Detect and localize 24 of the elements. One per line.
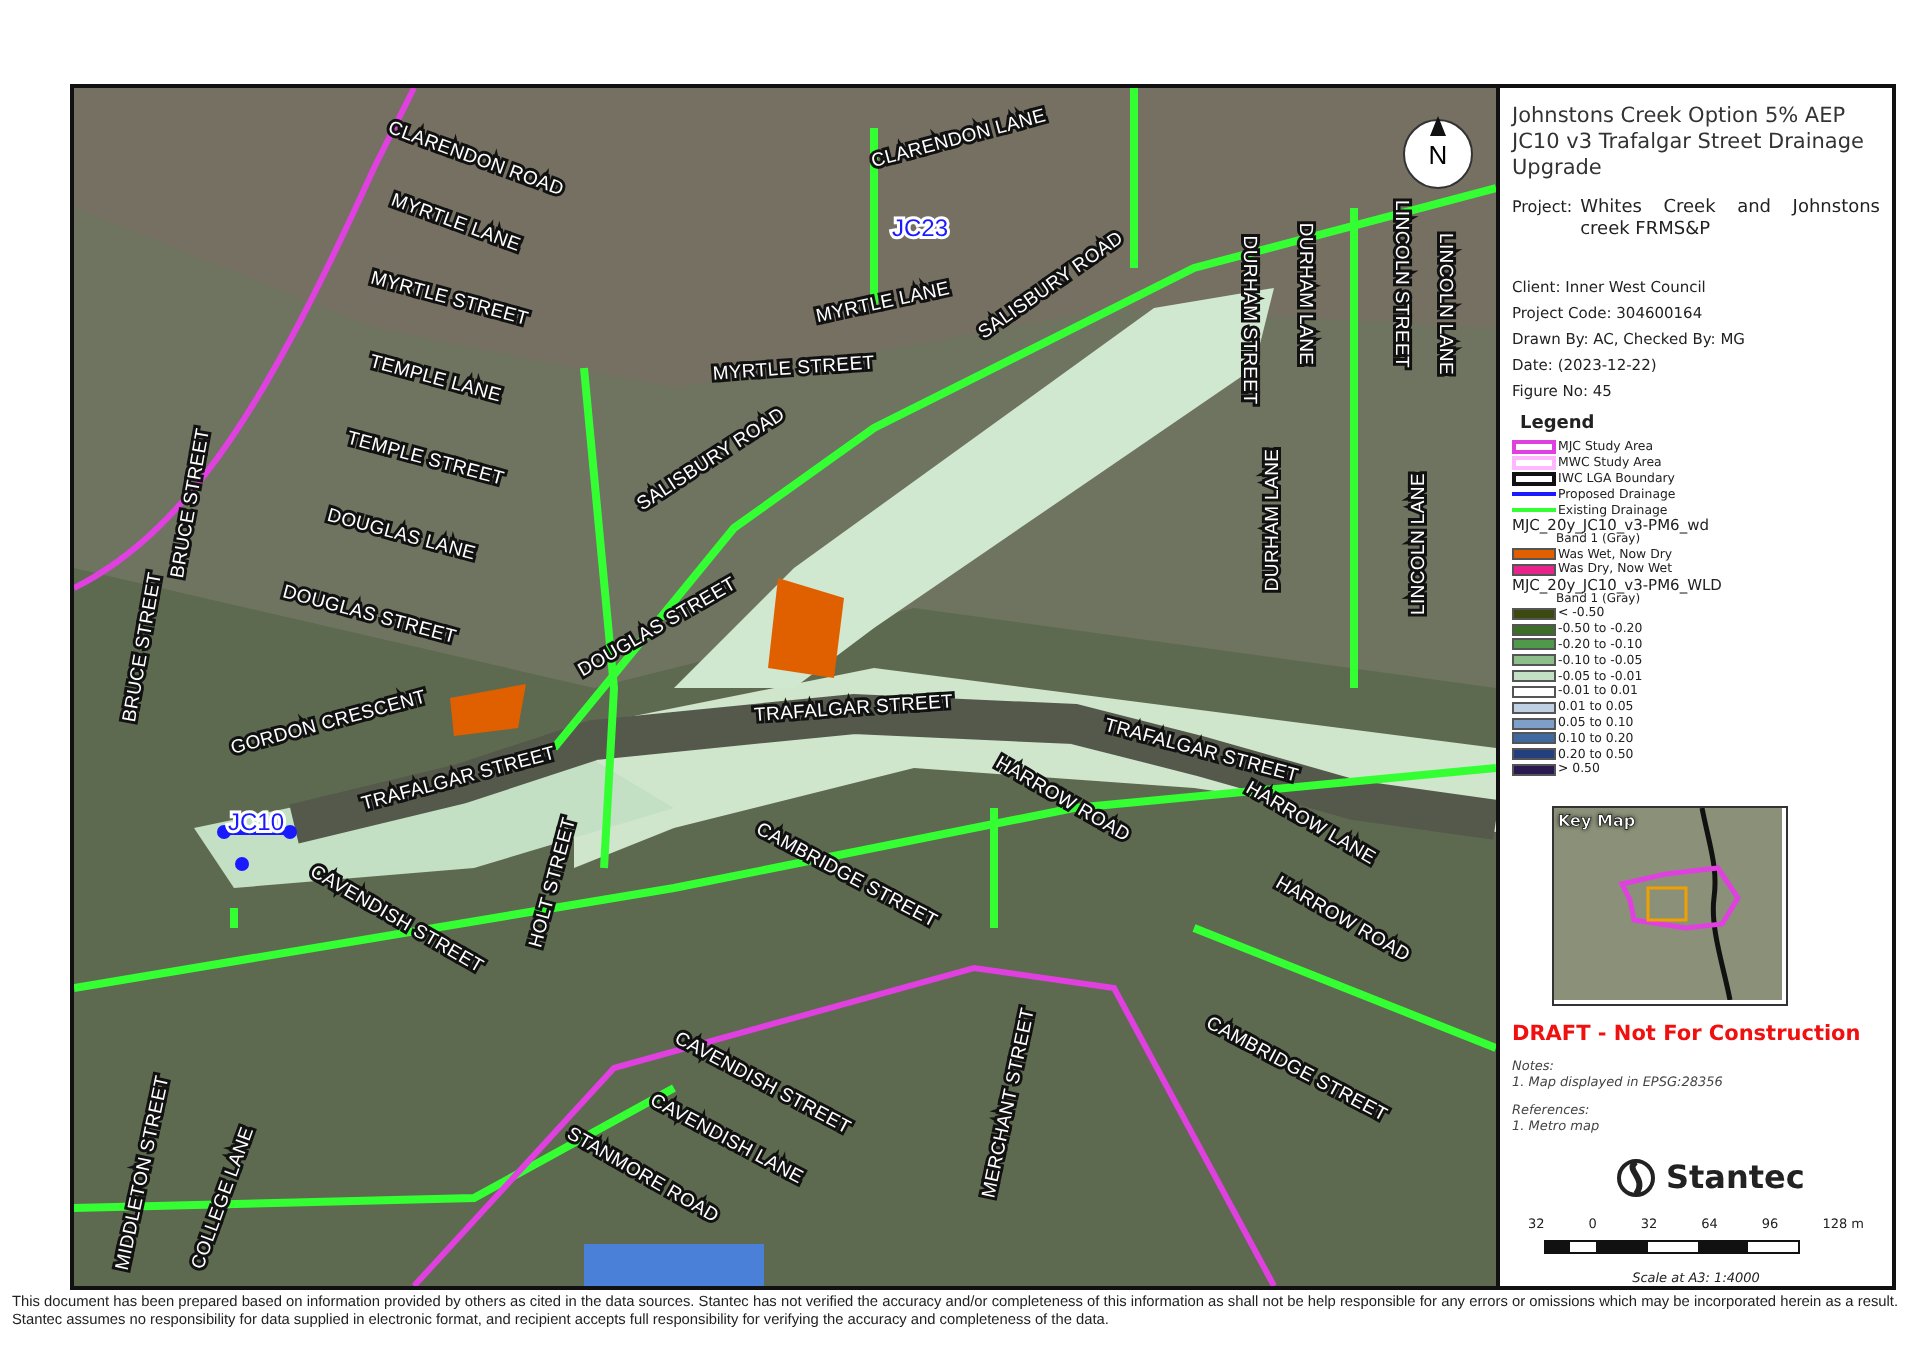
logo-icon xyxy=(1616,1157,1656,1198)
street-label: BRUCE STREET xyxy=(167,426,216,580)
logo-text: Stantec xyxy=(1666,1158,1805,1197)
street-label: HOLT STREET xyxy=(525,815,582,951)
street-label: DURHAM LANE xyxy=(1262,448,1284,592)
street-label: BRUCE STREET xyxy=(119,570,168,724)
legend-title: Legend xyxy=(1520,414,1597,434)
map-title: Johnstons Creek Option 5% AEP JC10 v3 Trafalgar Street Drainage Upgrade xyxy=(1512,104,1866,182)
street-label: MYRTLE STREET xyxy=(368,267,531,331)
street-label: TRAFALGAR STREET xyxy=(753,691,954,727)
street-label: DURHAM LANE xyxy=(1294,222,1316,366)
project-name: Whites Creek and Johnstons creek FRMS&P xyxy=(1580,198,1880,242)
street-label: LINCOLN STREET xyxy=(1390,199,1412,369)
depth-change-patch xyxy=(768,578,844,678)
draft-notice: DRAFT - Not For Construction xyxy=(1512,1021,1861,1046)
street-label: LINCOLN LANE xyxy=(1434,232,1456,376)
street-label: MYRTLE STREET xyxy=(712,352,876,386)
street-label: MYRTLE LANE xyxy=(814,278,952,328)
depth-change-patch xyxy=(450,684,526,736)
project-label: Project: xyxy=(1512,198,1573,220)
street-label: DURHAM STREET xyxy=(1238,235,1260,405)
street-label: LINCOLN LANE xyxy=(1408,472,1430,616)
node-label: JC23 xyxy=(892,214,948,242)
key-map-label: Key Map xyxy=(1558,811,1636,830)
